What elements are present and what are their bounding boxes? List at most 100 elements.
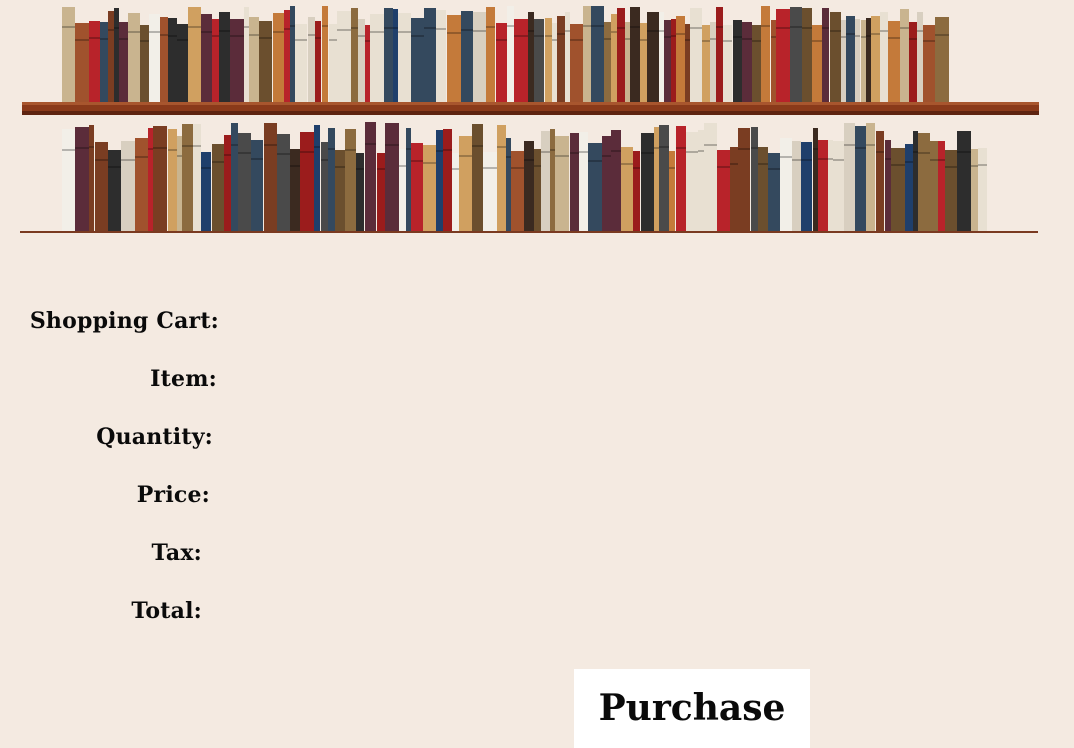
book-spine — [238, 133, 251, 231]
book-spine-band — [671, 35, 676, 37]
book-spine — [846, 16, 855, 103]
book-spine — [880, 12, 888, 103]
book-spine-band — [640, 39, 647, 41]
book-spine — [452, 153, 459, 231]
book-spine — [264, 123, 277, 231]
book-spine — [351, 8, 358, 103]
book-spine — [654, 127, 659, 231]
book-spine — [742, 22, 752, 103]
book-spine-band — [384, 27, 393, 29]
book-spine — [579, 132, 588, 231]
book-spine — [108, 150, 121, 231]
book-spine — [251, 140, 263, 231]
book-spine-band — [570, 152, 579, 154]
book-spine-band — [238, 152, 251, 154]
book-spine-band — [900, 27, 909, 29]
book-spine-band — [273, 31, 284, 33]
book-spine — [833, 141, 844, 231]
book-spine — [300, 132, 314, 231]
book-spine — [641, 133, 654, 231]
book-spine-band — [75, 147, 89, 149]
book-spine-band — [801, 159, 812, 161]
book-spine-band — [75, 39, 89, 41]
book-spine — [885, 140, 891, 231]
book-spine-band — [771, 36, 776, 38]
book-spine — [486, 7, 495, 103]
book-spine — [676, 16, 685, 103]
book-spine-band — [411, 35, 424, 37]
book-spine-band — [89, 37, 100, 39]
book-spine-band — [880, 30, 888, 32]
book-spine — [891, 148, 905, 231]
book-spine — [604, 22, 611, 103]
book-spine — [702, 25, 710, 103]
book-spine — [447, 15, 461, 103]
book-spine — [153, 126, 167, 231]
book-spine — [284, 10, 290, 103]
book-spine — [506, 138, 511, 231]
book-spine — [866, 18, 871, 103]
book-spine — [812, 25, 822, 103]
book-spine — [647, 12, 659, 103]
book-spine — [855, 19, 860, 103]
book-spine-band — [370, 31, 384, 33]
book-spine — [100, 22, 108, 103]
book-spine-band — [768, 168, 780, 170]
book-spine — [900, 9, 909, 103]
book-spine — [188, 7, 201, 103]
book-spine — [738, 128, 750, 231]
book-spine — [507, 6, 514, 103]
book-spine-band — [855, 147, 866, 149]
book-spine — [780, 138, 792, 231]
book-spine — [201, 14, 212, 103]
book-spine — [424, 8, 436, 103]
book-spine-band — [406, 148, 411, 150]
book-spine-band — [140, 40, 149, 42]
book-spine — [384, 8, 393, 103]
book-spine — [828, 140, 833, 231]
book-spine-band — [251, 158, 263, 160]
book-spine-band — [676, 33, 685, 35]
book-spine — [758, 147, 768, 231]
book-spine — [377, 153, 385, 231]
book-spine — [945, 150, 957, 231]
book-spine — [861, 20, 866, 103]
book-spine-band — [780, 156, 792, 158]
book-spine-band — [776, 27, 790, 29]
book-spine — [752, 25, 761, 103]
book-spine — [358, 19, 365, 103]
book-spine-band — [971, 165, 978, 167]
book-spine — [534, 149, 541, 231]
book-spine — [511, 151, 524, 231]
book-spine — [541, 131, 550, 231]
book-spine-band — [398, 31, 411, 33]
book-spine — [844, 123, 855, 231]
page: Shopping Cart: Item: Quantity: Price: Ta… — [0, 0, 1074, 748]
book-spine-band — [938, 159, 945, 161]
book-spine-band — [337, 29, 351, 31]
book-spine-band — [244, 26, 249, 28]
book-spine-band — [424, 27, 436, 29]
book-spine — [866, 123, 875, 231]
book-spine-band — [277, 153, 290, 155]
book-spine-band — [866, 144, 875, 146]
book-spine — [335, 150, 345, 231]
book-spine — [411, 18, 424, 103]
book-spine — [329, 24, 337, 103]
book-spine — [888, 21, 900, 103]
book-spine-band — [507, 25, 514, 27]
book-spine-band — [891, 164, 905, 166]
book-spine-band — [630, 26, 640, 28]
book-spine-band — [704, 144, 717, 146]
book-spine — [830, 12, 841, 103]
book-spine-band — [659, 30, 664, 32]
book-spine — [930, 141, 938, 231]
book-spine-band — [212, 161, 224, 163]
book-spine — [62, 7, 75, 103]
book-spine-band — [625, 38, 630, 40]
book-spine-band — [308, 34, 315, 36]
book-spine-band — [802, 27, 812, 29]
purchase-button[interactable]: Purchase — [574, 669, 810, 748]
book-spine-band — [365, 40, 370, 42]
book-spine — [308, 17, 315, 103]
